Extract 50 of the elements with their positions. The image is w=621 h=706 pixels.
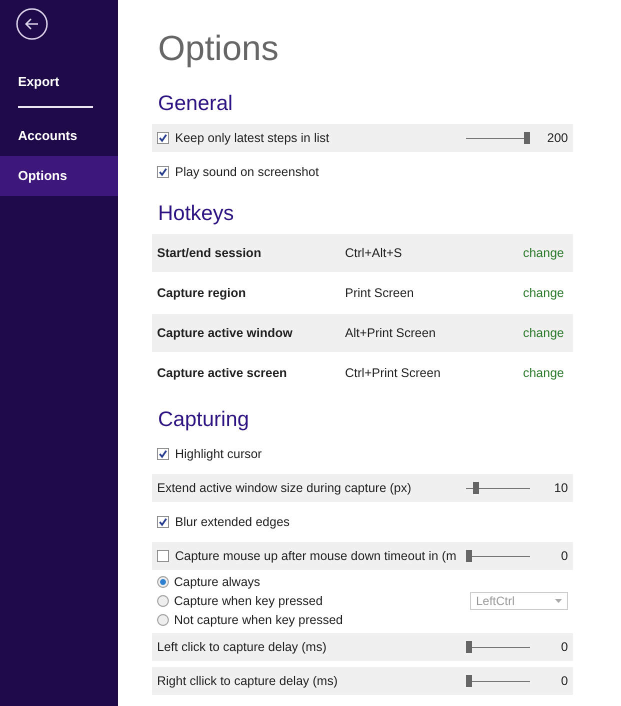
checkbox[interactable]	[157, 550, 169, 562]
slider-value: 0	[560, 674, 568, 688]
checkbox-label: Highlight cursor	[175, 447, 263, 461]
checkbox[interactable]	[157, 448, 169, 460]
section-heading: Hotkeys	[158, 201, 235, 227]
back-icon[interactable]	[16, 8, 48, 40]
hotkey-action: Capture active screen	[157, 366, 288, 380]
hotkey-keys: Alt+Print Screen	[345, 326, 523, 340]
hotkey-keys: Print Screen	[345, 286, 523, 300]
section-heading: Capturing	[158, 407, 250, 433]
checkbox[interactable]	[157, 132, 169, 144]
change-link[interactable]: change	[522, 366, 568, 380]
slider-value: 200	[546, 131, 568, 145]
radio-label: Capture when key pressed	[174, 594, 323, 608]
slider-value: 0	[560, 640, 568, 654]
section-heading: General	[158, 91, 234, 117]
slider-thumb[interactable]	[466, 641, 472, 653]
checkbox-label: Keep only latest steps in list	[175, 131, 330, 145]
setting-label: Right cllick to capture delay (ms)	[157, 674, 339, 688]
hotkey-action: Capture region	[157, 286, 247, 300]
checkbox-label: Blur extended edges	[175, 515, 291, 529]
slider-value: 0	[560, 549, 568, 563]
checkbox-label: Capture mouse up after mouse down timeout in (m	[175, 549, 458, 563]
change-link[interactable]: change	[522, 326, 568, 340]
radio-button[interactable]	[157, 614, 169, 626]
checkbox[interactable]	[157, 166, 169, 178]
slider-thumb[interactable]	[472, 482, 479, 494]
radio-button[interactable]	[157, 576, 169, 588]
radio-label: Not capture when key pressed	[174, 612, 343, 626]
radio-label: Capture always	[174, 574, 260, 588]
page-title: Options	[158, 28, 280, 70]
checkbox[interactable]	[157, 516, 169, 528]
sidebar-item[interactable]: Options	[0, 156, 118, 196]
radio-button[interactable]	[157, 594, 169, 606]
setting-label: Extend active window size during capture (px)	[157, 481, 412, 495]
caret-icon	[555, 598, 562, 602]
slider-thumb[interactable]	[466, 550, 472, 562]
setting-label: Left click to capture delay (ms)	[157, 640, 328, 654]
hotkey-action: Start/end session	[157, 246, 262, 260]
sidebar-item[interactable]: Accounts	[0, 116, 118, 156]
change-link[interactable]: change	[522, 246, 568, 260]
slider-value: 10	[553, 481, 568, 495]
slider-thumb[interactable]	[524, 132, 530, 144]
checkbox-label: Play sound on screenshot	[175, 165, 320, 179]
slider-thumb[interactable]	[466, 675, 472, 687]
change-link[interactable]: change	[522, 286, 568, 300]
hotkey-keys: Ctrl+Alt+S	[345, 246, 523, 260]
hotkey-keys: Ctrl+Print Screen	[345, 366, 523, 380]
hotkey-action: Capture active window	[157, 326, 294, 340]
sidebar-item[interactable]: Export	[0, 62, 118, 102]
